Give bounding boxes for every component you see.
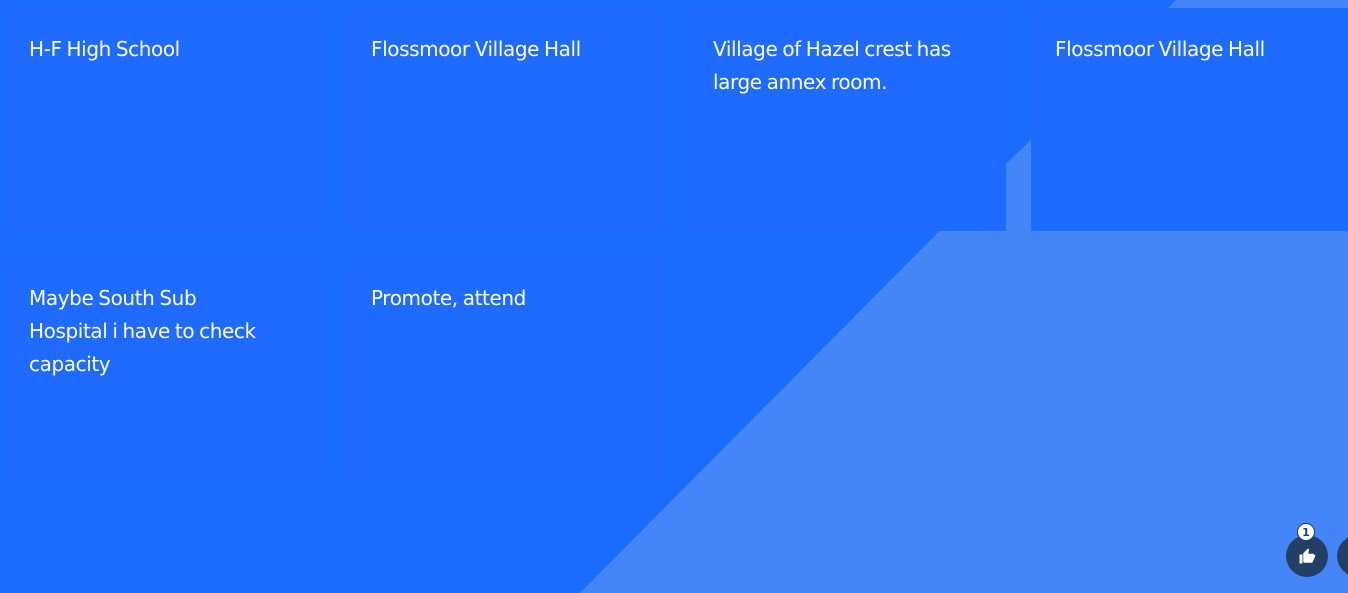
reaction-button[interactable] [1337, 535, 1348, 577]
idea-card[interactable]: Maybe South Sub Hospital i have to check… [5, 257, 322, 480]
like-count-badge: 1 [1297, 523, 1315, 541]
idea-card-text: Flossmoor Village Hall [371, 37, 581, 61]
idea-card[interactable]: H-F High School [5, 8, 322, 231]
idea-card[interactable]: Flossmoor Village Hall [1031, 8, 1348, 231]
idea-card-text: Village of Hazel crest has large annex r… [713, 37, 951, 94]
thumbs-up-icon [1299, 548, 1316, 564]
like-control: 1 [1286, 523, 1328, 577]
idea-card-text: Promote, attend [371, 286, 526, 310]
idea-card-text: H-F High School [29, 37, 180, 61]
idea-card[interactable]: Flossmoor Village Hall [347, 8, 664, 231]
idea-card-text: Flossmoor Village Hall [1055, 37, 1265, 61]
idea-card[interactable]: Promote, attend [347, 257, 664, 480]
idea-card-text: Maybe South Sub Hospital i have to check… [29, 286, 256, 376]
idea-card[interactable]: Village of Hazel crest has large annex r… [689, 8, 1006, 231]
